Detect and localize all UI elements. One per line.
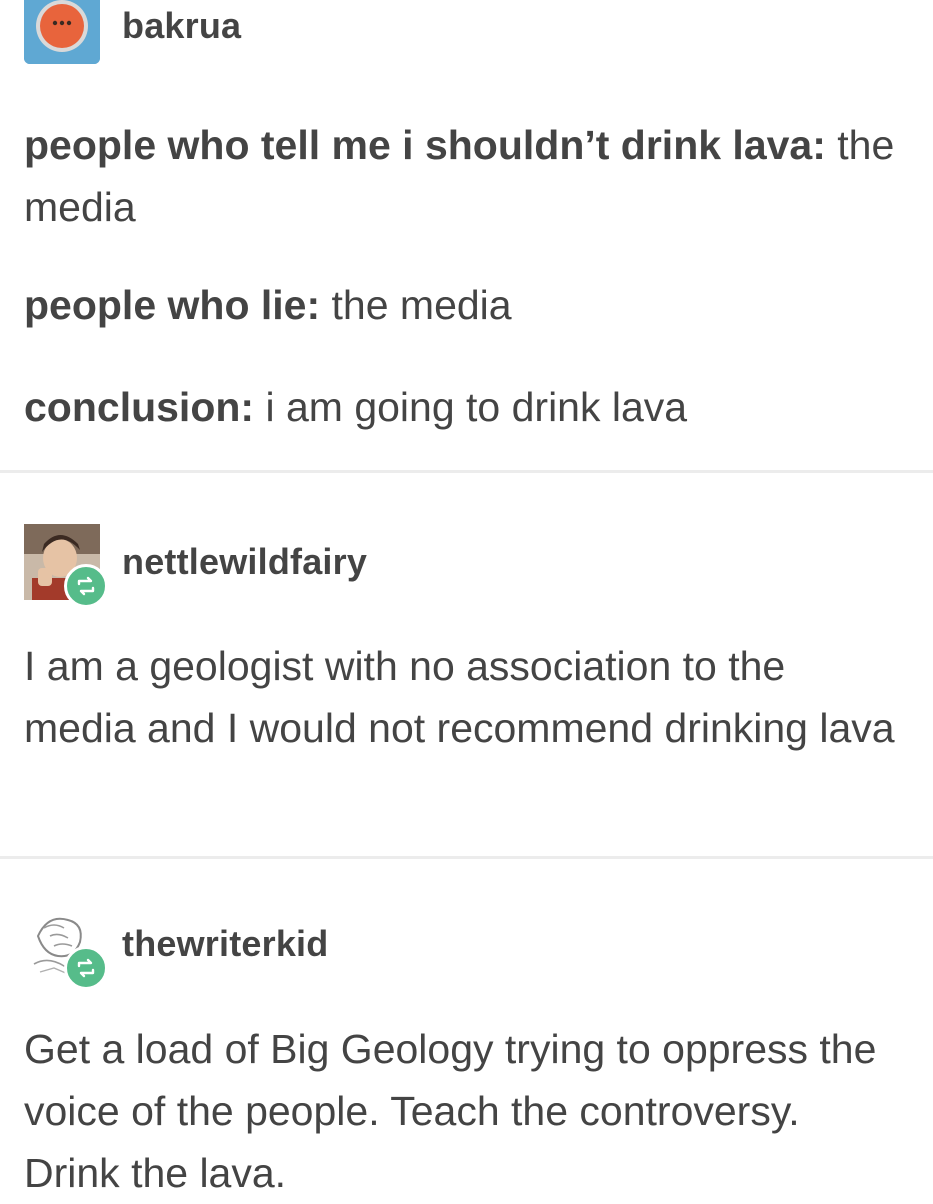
body-line: conclusion: i am going to drink lava [24,376,914,438]
post-body: people who tell me i shouldn’t drink lav… [24,114,914,238]
post-divider [0,856,933,859]
post-body: I am a geologist with no association to … [24,635,914,759]
reblog-icon [64,946,108,990]
username[interactable]: nettlewildfairy [122,541,367,583]
orange-circle-avatar[interactable] [24,0,100,64]
post-body-line-2: people who lie: the media [24,274,914,336]
line-label: people who tell me i shouldn’t drink lav… [24,122,826,168]
username[interactable]: thewriterkid [122,923,328,965]
body-text: Get a load of Big Geology trying to oppr… [24,1026,877,1196]
post-body-line-3: conclusion: i am going to drink lava [24,376,914,438]
post-header: thewriterkid [24,906,328,990]
reblog-icon [64,564,108,608]
line-text: the media [320,282,512,328]
line-label: conclusion: [24,384,255,430]
post-body: Get a load of Big Geology trying to oppr… [24,1018,914,1204]
avatar-icon [24,0,100,64]
username[interactable]: bakrua [122,5,241,47]
sketch-avatar[interactable] [24,906,108,990]
post-header: bakrua [24,0,241,64]
line-label: people who lie: [24,282,321,328]
post-divider [0,470,933,473]
body-text: I am a geologist with no association to … [24,643,895,751]
line-text: i am going to drink lava [254,384,688,430]
body-line: people who tell me i shouldn’t drink lav… [24,114,914,238]
photo-avatar[interactable] [24,524,108,608]
post-header: nettlewildfairy [24,524,367,608]
body-line: people who lie: the media [24,274,914,336]
